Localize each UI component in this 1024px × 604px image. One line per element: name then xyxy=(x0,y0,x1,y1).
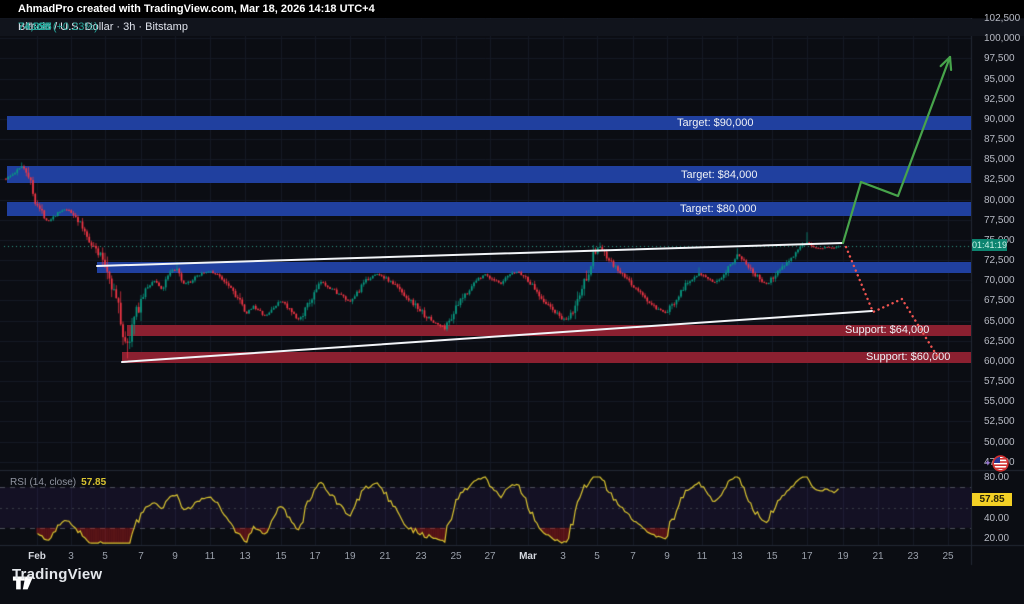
zone-support-64000[interactable]: Support: $64,000 xyxy=(127,325,971,336)
rsi-current-value: 57.85 xyxy=(81,477,106,488)
tradingview-chart-snapshot: Target: $90,000 Target: $84,000 Target: $8… xyxy=(0,0,1024,604)
sparkle-icon: ✦ xyxy=(984,458,992,469)
zone-target-90000[interactable]: Target: $90,000 xyxy=(7,116,971,131)
titlebar-text: AhmadPro created with TradingView.com, M… xyxy=(18,3,375,15)
economic-event-icon[interactable] xyxy=(992,455,1009,472)
zone-label-target-80000: Target: $80,000 xyxy=(680,203,756,215)
rsi-value-label: 57.85 xyxy=(972,493,1012,506)
zone-target-84000[interactable]: Target: $84,000 xyxy=(7,166,971,183)
bar-countdown: 01:41:19 xyxy=(972,239,1007,251)
titlebar: AhmadPro created with TradingView.com, M… xyxy=(0,0,1024,18)
zone-support-60000[interactable]: Support: $60,000 xyxy=(122,352,971,363)
zone-label-support-60000: Support: $60,000 xyxy=(866,351,950,363)
zones-layer: Target: $90,000 Target: $84,000 Target: $8… xyxy=(0,0,1024,604)
zone-label-target-84000: Target: $84,000 xyxy=(681,169,757,181)
us-flag-icon xyxy=(992,455,1009,472)
price-change: +168 (+0.23%) xyxy=(25,19,98,36)
zone-resistance-zone-71500[interactable] xyxy=(97,262,971,273)
zone-label-target-90000: Target: $90,000 xyxy=(677,117,753,129)
zone-target-80000[interactable]: Target: $80,000 xyxy=(7,202,971,217)
tradingview-logo-text: TradingView xyxy=(12,566,102,583)
zone-label-support-64000: Support: $64,000 xyxy=(845,324,929,336)
rsi-indicator-label[interactable]: RSI (14, close)57.85 xyxy=(10,477,76,488)
symbol-header[interactable]: Bitcoin / U.S. Dollar · 3h · BitstampO74… xyxy=(0,19,1024,36)
rsi-title[interactable]: RSI (14, close) xyxy=(10,477,76,488)
